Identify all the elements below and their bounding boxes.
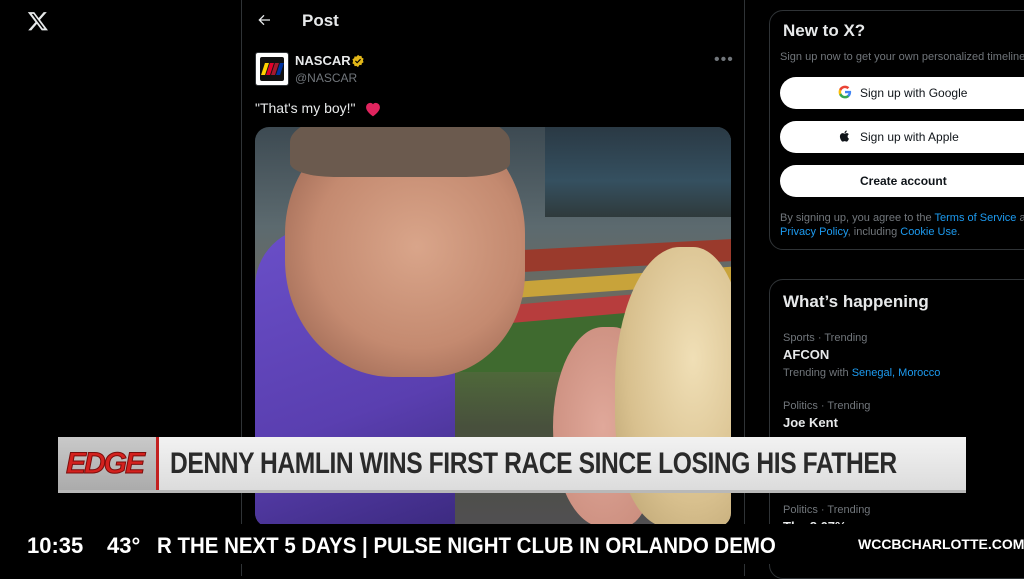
google-icon xyxy=(838,85,852,99)
signup-subtitle: Sign up now to get your own personalized… xyxy=(780,51,1024,63)
terms-and: and xyxy=(1019,212,1024,224)
ticker-site: WCCBCHARLOTTE.COM xyxy=(858,536,1024,552)
whats-happening-title: What’s happening xyxy=(783,292,929,311)
ticker-scroll-text: R THE NEXT 5 DAYS | PULSE NIGHT CLUB IN … xyxy=(157,533,776,558)
trend-related-links[interactable]: Senegal, Morocco xyxy=(852,367,941,379)
create-account-button[interactable]: Create account xyxy=(780,165,1024,197)
news-chyron: EDGE DENNY HAMLIN WINS FIRST RACE SINCE … xyxy=(58,437,966,493)
chyron-headline: DENNY HAMLIN WINS FIRST RACE SINCE LOSIN… xyxy=(170,447,897,480)
post-header: Post xyxy=(242,0,744,42)
back-arrow-icon[interactable] xyxy=(256,12,272,28)
page-title: Post xyxy=(302,11,339,30)
signup-apple-button[interactable]: Sign up with Apple xyxy=(780,121,1024,153)
terms-end: . xyxy=(957,226,961,238)
terms-prefix: By signing up, you agree to the xyxy=(780,212,935,224)
trend-category: Sports · Trending xyxy=(783,332,868,344)
terms-including: , including xyxy=(847,226,901,238)
trend-related: Trending with Senegal, Morocco xyxy=(783,367,940,379)
signup-title: New to X? xyxy=(783,21,866,40)
news-ticker: 10:35 43° R THE NEXT 5 DAYS | PULSE NIGH… xyxy=(0,524,1024,564)
ticker-temperature: 43° xyxy=(107,533,141,558)
signup-google-button[interactable]: Sign up with Google xyxy=(780,77,1024,109)
post-text: "That's my boy!" xyxy=(255,100,356,116)
ticker-time: 10:35 xyxy=(27,533,84,558)
cookie-use-link[interactable]: Cookie Use xyxy=(900,226,957,238)
trend-related-prefix: Trending with xyxy=(783,367,852,379)
edge-logo-text: EDGE xyxy=(65,447,145,481)
verified-badge-icon xyxy=(351,54,365,68)
more-icon[interactable]: ••• xyxy=(714,52,734,68)
terms-of-service-link[interactable]: Terms of Service xyxy=(935,212,1017,224)
privacy-policy-link[interactable]: Privacy Policy xyxy=(780,226,848,238)
signup-card: New to X? Sign up now to get your own pe… xyxy=(769,10,1024,250)
x-logo-icon[interactable] xyxy=(27,10,49,32)
trend-category: Politics · Trending xyxy=(783,504,871,516)
edge-logo: EDGE xyxy=(58,437,156,490)
trend-name[interactable]: Joe Kent xyxy=(783,415,838,430)
trend-name[interactable]: AFCON xyxy=(783,347,829,362)
apple-icon xyxy=(838,129,852,143)
signup-apple-label: Sign up with Apple xyxy=(860,130,959,144)
heart-icon xyxy=(364,101,382,117)
author-handle[interactable]: @NASCAR xyxy=(295,71,357,85)
chyron-divider xyxy=(156,437,159,490)
terms-notice: By signing up, you agree to the Terms of… xyxy=(780,211,1024,239)
author-name[interactable]: NASCAR xyxy=(295,53,351,68)
video-background-stands xyxy=(545,127,731,217)
avatar[interactable] xyxy=(255,52,289,86)
video-driver-hair xyxy=(290,127,510,177)
create-account-label: Create account xyxy=(860,174,947,188)
trend-category: Politics · Trending xyxy=(783,400,871,412)
signup-google-label: Sign up with Google xyxy=(860,86,968,100)
